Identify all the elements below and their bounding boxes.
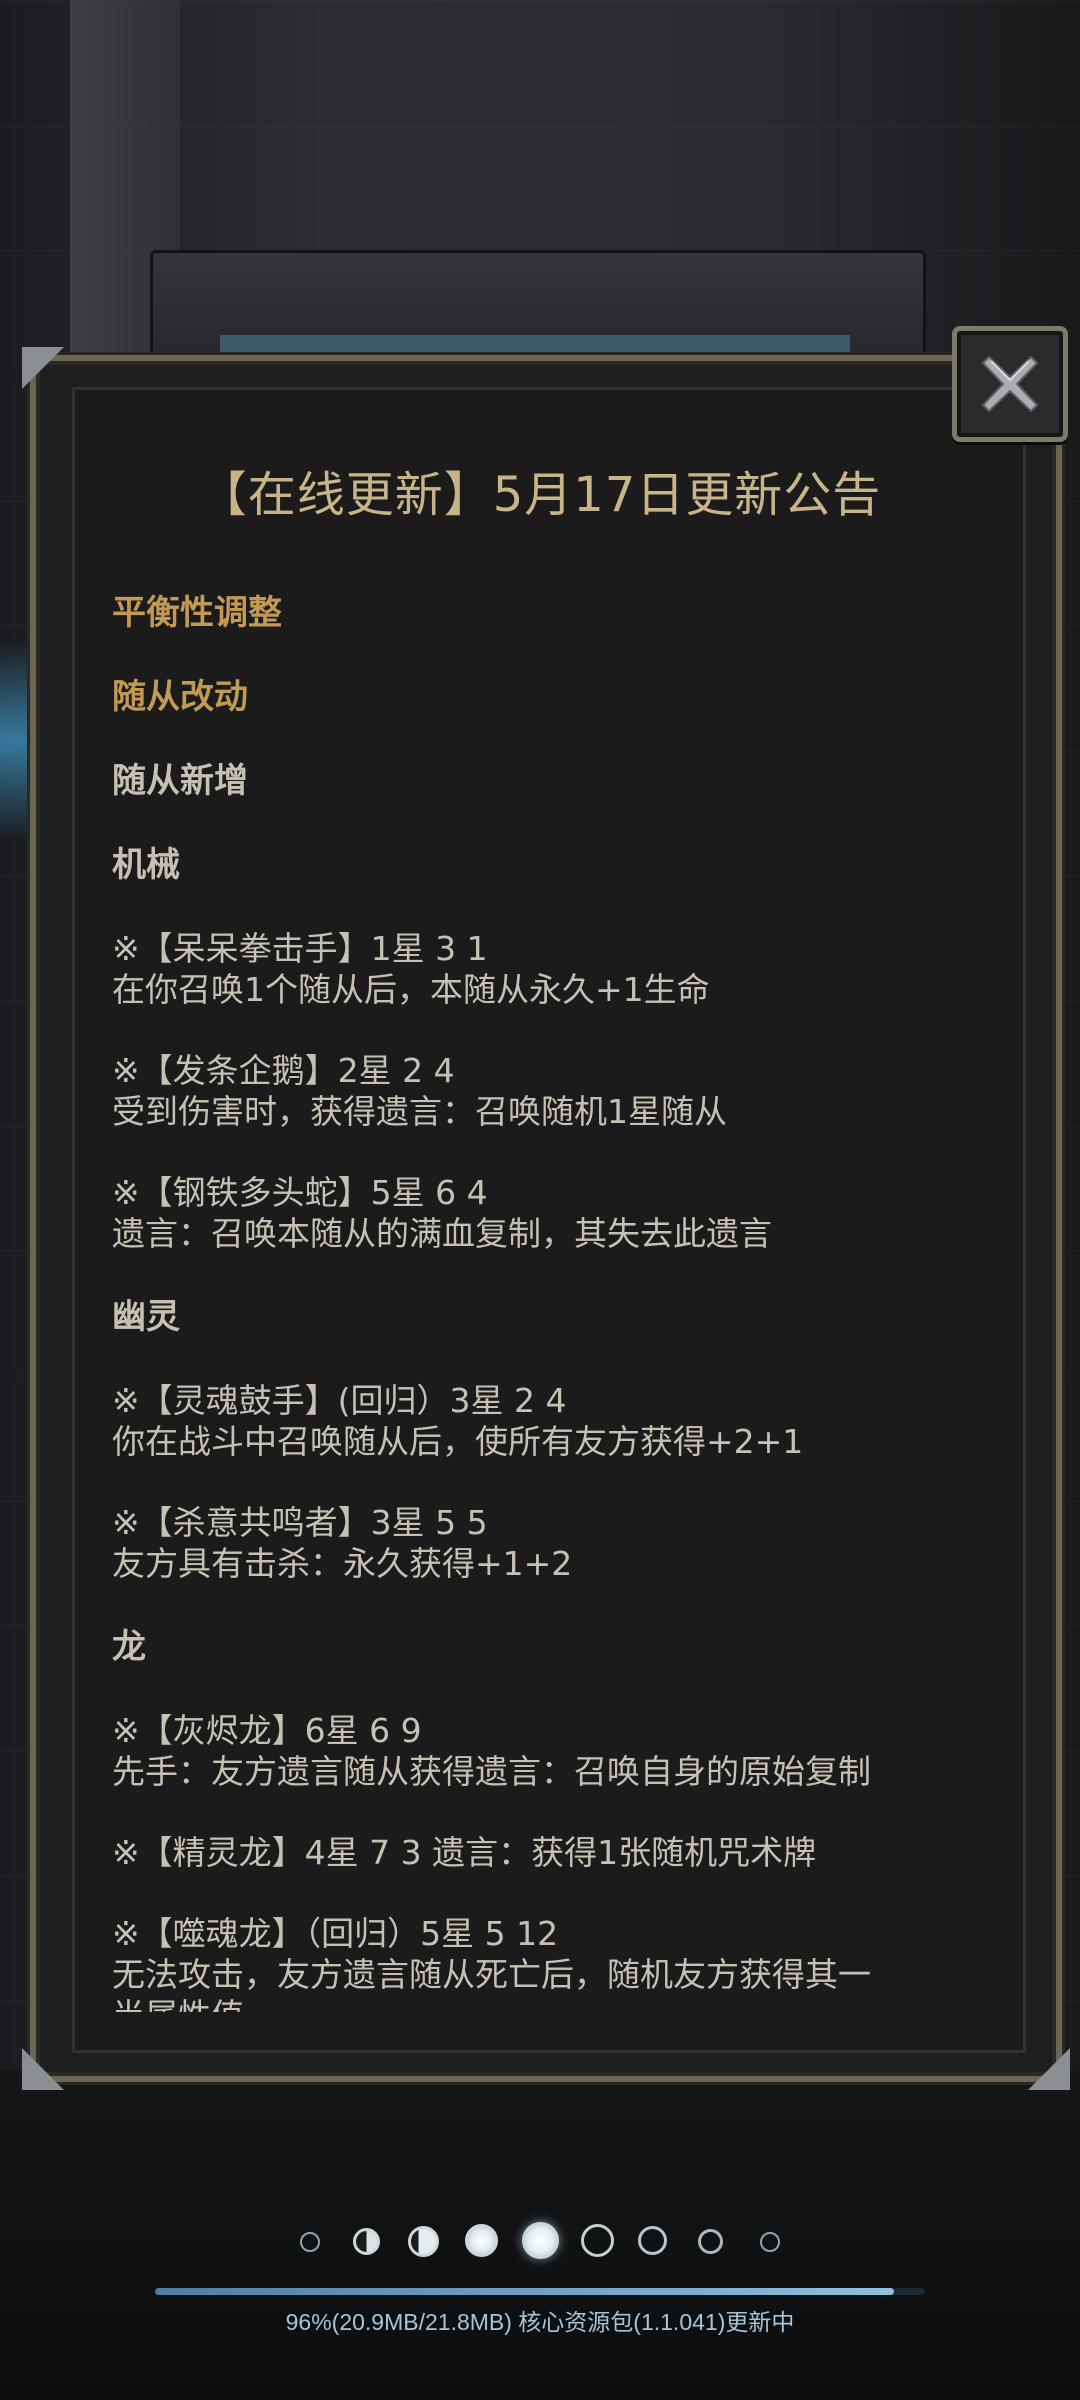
section-header: 随从改动 bbox=[112, 677, 248, 717]
page-dot[interactable] bbox=[300, 2232, 320, 2252]
download-status-text: 96%(20.9MB/21.8MB) 核心资源包(1.1.041)更新中 bbox=[285, 2309, 795, 2335]
minion-entry: ※【噬魂龙】（回归）5星 5 12 bbox=[112, 1914, 559, 1953]
minion-description: 遗言：召唤本随从的满血复制，其失去此遗言 bbox=[112, 1214, 772, 1253]
page-dot[interactable] bbox=[408, 2226, 439, 2257]
page-dot-active[interactable] bbox=[522, 2222, 559, 2259]
page-dot[interactable] bbox=[760, 2232, 780, 2252]
section-header: 机械 bbox=[112, 845, 180, 885]
background-shelf-glass bbox=[220, 335, 850, 355]
page-dot[interactable] bbox=[698, 2229, 723, 2254]
minion-entry: ※【灵魂鼓手】(回归）3星 2 4 bbox=[112, 1381, 567, 1420]
close-icon bbox=[981, 355, 1039, 413]
minion-entry: ※【呆呆拳击手】1星 3 1 bbox=[112, 929, 488, 968]
minion-description: 你在战斗中召唤随从后，使所有友方获得+2+1 bbox=[112, 1422, 804, 1461]
page-dot[interactable] bbox=[353, 2228, 380, 2255]
page-dot[interactable] bbox=[581, 2224, 614, 2257]
minion-entry: ※【钢铁多头蛇】5星 6 4 bbox=[112, 1173, 488, 1212]
page-dot[interactable] bbox=[638, 2226, 667, 2255]
close-button[interactable] bbox=[952, 326, 1068, 442]
minion-entry: ※【精灵龙】4星 7 3 遗言：获得1张随机咒术牌 bbox=[112, 1833, 817, 1872]
panel-corner-ornament bbox=[1028, 2048, 1070, 2090]
download-progress-fill bbox=[155, 2288, 895, 2295]
announcement-content[interactable]: 平衡性调整 随从改动 随从新增 机械 ※【呆呆拳击手】1星 3 1 在你召唤1个… bbox=[112, 592, 972, 2012]
section-header: 随从新增 bbox=[112, 761, 248, 801]
minion-description: 无法攻击，友方遗言随从死亡后，随机友方获得其一 bbox=[112, 1955, 871, 1994]
minion-entry: ※【灰烬龙】6星 6 9 bbox=[112, 1711, 422, 1750]
section-header: 龙 bbox=[112, 1627, 146, 1667]
page-dot[interactable] bbox=[465, 2224, 498, 2257]
page-indicator bbox=[0, 2220, 1080, 2260]
section-header: 幽灵 bbox=[112, 1297, 180, 1337]
minion-description: 友方具有击杀：永久获得+1+2 bbox=[112, 1544, 573, 1583]
announcement-title: 【在线更新】5月17日更新公告 bbox=[198, 467, 882, 523]
minion-description: 受到伤害时，获得遗言：召唤随机1星随从 bbox=[112, 1092, 727, 1131]
minion-description: 先手：友方遗言随从获得遗言：召唤自身的原始复制 bbox=[112, 1752, 871, 1791]
minion-description: 在你召唤1个随从后，本随从永久+1生命 bbox=[112, 970, 710, 1009]
minion-description: 半属性值 bbox=[112, 1995, 972, 2012]
minion-entry: ※【杀意共鸣者】3星 5 5 bbox=[112, 1503, 488, 1542]
minion-entry: ※【发条企鹅】2星 2 4 bbox=[112, 1051, 455, 1090]
section-header: 平衡性调整 bbox=[112, 593, 282, 633]
download-progress-bar bbox=[155, 2288, 925, 2295]
